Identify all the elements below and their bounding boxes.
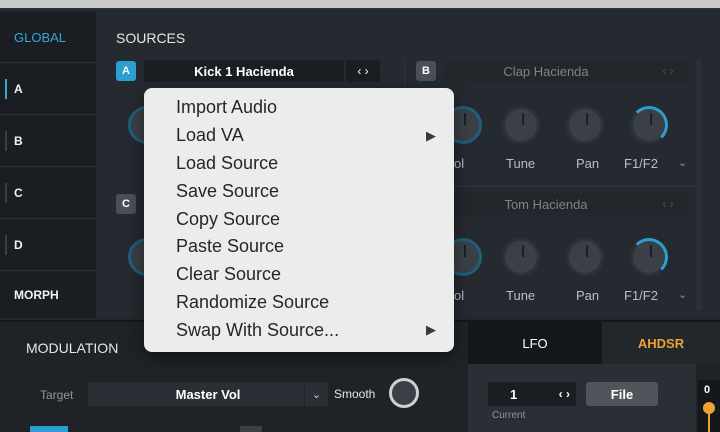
source-d-f1f2-label: F1/F2 [624,288,658,303]
menu-item-randomize-source[interactable]: Randomize Source [144,289,454,317]
menu-item-paste-source[interactable]: Paste Source [144,233,454,261]
lfo-tabs: LFO AHDSR [468,322,720,364]
menu-item-clear-source[interactable]: Clear Source [144,261,454,289]
source-b-vol-label: ol [454,156,465,171]
sidebar-item-label: A [14,81,23,96]
sidebar-item-b[interactable]: B [0,114,96,166]
menu-item-import-audio[interactable]: Import Audio [144,94,454,122]
menu-item-label: Load VA [176,125,244,146]
menu-item-label: Clear Source [176,264,282,285]
inactive-marker [5,131,7,151]
mod-slot-button[interactable] [30,426,68,432]
submenu-arrow-icon: ▶ [426,127,436,143]
sidebar-item-c[interactable]: C [0,166,96,218]
mod-slot-control[interactable] [240,426,262,432]
menu-item-save-source[interactable]: Save Source [144,177,454,205]
source-d-pan-knob[interactable] [566,238,604,276]
menu-item-swap-with-source[interactable]: Swap With Source... ▶ [144,316,454,344]
graph-handle[interactable] [703,402,715,414]
sidebar-item-label: B [14,133,23,148]
chevron-down-icon[interactable]: ⌄ [678,156,687,169]
source-b-f1f2-label: F1/F2 [624,156,658,171]
file-button[interactable]: File [586,382,658,406]
sidebar-global-tab[interactable]: GLOBAL [0,12,96,62]
source-b-tune-knob[interactable] [502,106,540,144]
smooth-knob[interactable] [389,378,419,408]
source-b-f1f2-knob[interactable] [630,106,668,144]
modulation-title: MODULATION [26,340,119,356]
sidebar-item-label: C [14,185,23,200]
current-label: Current [492,410,526,421]
smooth-label: Smooth [334,387,376,401]
menu-item-label: Save Source [176,180,280,201]
source-d-tune-label: Tune [506,288,536,303]
menu-item-label: Load Source [176,152,279,173]
menu-item-load-va[interactable]: Load VA ▶ [144,122,454,150]
top-strip [0,0,720,10]
lfo-nav-arrows[interactable]: ‹ › [559,387,570,401]
menu-item-load-source[interactable]: Load Source [144,150,454,178]
source-d-name[interactable]: Tom Hacienda [444,193,648,215]
tab-lfo[interactable]: LFO [468,322,602,364]
source-a-name[interactable]: Kick 1 Hacienda [144,60,344,82]
app-window: GLOBAL A B C D MORPH SOURCES A Kick 1 Ha… [0,0,720,432]
menu-item-label: Paste Source [176,236,285,257]
source-b-pan-label: Pan [576,156,600,171]
chevron-down-icon[interactable]: ⌄ [678,288,687,301]
graph-value: 0 [704,384,711,396]
source-d-f1f2-knob[interactable] [630,238,668,276]
sidebar-item-d[interactable]: D [0,218,96,270]
sidebar-item-morph[interactable]: MORPH [0,270,96,318]
active-marker [5,79,7,99]
sidebar-item-a[interactable]: A [0,62,96,114]
source-a-nav-arrows[interactable]: ‹ › [346,60,380,82]
target-label: Target [40,388,74,402]
submenu-arrow-icon: ▶ [426,322,436,338]
source-b-name[interactable]: Clap Hacienda [444,60,648,82]
sidebar-item-label: D [14,237,23,252]
source-d-pan-label: Pan [576,288,600,303]
sources-title: SOURCES [116,30,186,46]
source-c-badge[interactable]: C [116,194,136,214]
graph-line [708,412,710,432]
source-b-badge[interactable]: B [416,61,436,81]
source-b-pan-knob[interactable] [566,106,604,144]
source-d-nav-arrows[interactable]: ‹ › [648,193,688,215]
sidebar-item-label: MORPH [14,287,59,302]
sources-scrollbar[interactable] [696,60,702,310]
menu-item-label: Import Audio [176,97,278,118]
lfo-number: 1 [510,386,518,402]
context-menu: Import Audio Load VA ▶ Load Source Save S… [144,88,454,352]
source-a-badge[interactable]: A [116,61,136,81]
menu-item-label: Swap With Source... [176,319,340,340]
source-b-nav-arrows[interactable]: ‹ › [648,60,688,82]
menu-item-copy-source[interactable]: Copy Source [144,205,454,233]
chevron-down-icon[interactable]: ⌄ [304,382,328,406]
source-d-vol-label: ol [454,288,465,303]
lfo-number-selector[interactable]: 1 ‹ › [488,382,576,406]
tab-ahdsr[interactable]: AHDSR [602,322,720,364]
target-select[interactable]: Master Vol [88,382,328,406]
source-d-tune-knob[interactable] [502,238,540,276]
inactive-marker [5,183,7,203]
menu-item-label: Randomize Source [176,291,330,312]
source-b-tune-label: Tune [506,156,536,171]
inactive-marker [5,235,7,255]
menu-item-label: Copy Source [176,208,281,229]
